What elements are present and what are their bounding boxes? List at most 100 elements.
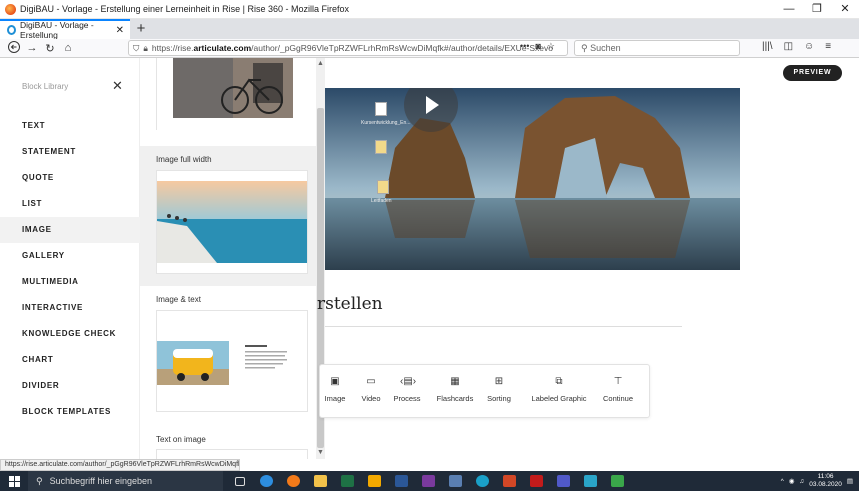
image-centered-card[interactable] (156, 58, 309, 130)
image-and-text-section[interactable]: Image & text (140, 286, 318, 436)
url-bar[interactable]: ⛉ 🔒︎ https://rise. articulate.com/author/… (128, 40, 568, 56)
word-icon[interactable] (391, 471, 412, 491)
block-image-label: Image (324, 394, 346, 403)
home-icon[interactable]: ⌂ (59, 42, 77, 54)
minimize-button[interactable]: — (775, 0, 803, 19)
library-item-knowledge-check[interactable]: KNOWLEDGE CHECK (0, 321, 140, 347)
library-item-divider[interactable]: DIVIDER (0, 373, 140, 399)
preview-button[interactable]: PREVIEW (783, 65, 842, 81)
library-item-image[interactable]: IMAGE (0, 217, 140, 243)
image-and-text-card[interactable] (156, 310, 308, 412)
block-video-button[interactable]: ▭ Video (354, 365, 388, 419)
outlook-icon[interactable] (364, 471, 385, 491)
quick-insert-blocks: ▣ Image ▭ Video ‹▤› Process ▦ Flashcards… (319, 364, 650, 418)
video-icon: ▭ (366, 376, 376, 387)
notifications-icon[interactable]: ▤ (847, 477, 853, 485)
rise-app: Block Library ✕ TEXT STATEMENT QUOTE LIS… (0, 58, 859, 459)
browser-tab[interactable]: DigiBAU - Vorlage - Erstellung ✕ (0, 19, 130, 40)
block-continue-button[interactable]: ⊤ Continue (598, 365, 638, 419)
excel-icon[interactable] (337, 471, 358, 491)
clock[interactable]: 11:06 03.08.2020 (809, 473, 842, 489)
acrobat-icon[interactable] (526, 471, 547, 491)
library-item-gallery[interactable]: GALLERY (0, 243, 140, 269)
windows-taskbar: ⚲ Suchbegriff hier eingeben ^ ◉ ♫ 11:06 … (0, 471, 859, 491)
task-view-icon[interactable] (229, 471, 250, 491)
window-titlebar: DigiBAU - Vorlage - Erstellung einer Ler… (0, 0, 859, 19)
edge-icon[interactable] (256, 471, 277, 491)
bookmark-star-icon[interactable]: ☆ (547, 41, 555, 52)
maximize-button[interactable]: ❐ (803, 0, 831, 19)
lock-icon: 🔒︎ (143, 42, 148, 53)
teams-icon[interactable] (553, 471, 574, 491)
lesson-content: PREVIEW Kursentwicklung_En... Leitfaden … (317, 58, 859, 459)
search-icon: ⚲ (36, 475, 43, 486)
shield-icon: ⛉ (133, 42, 140, 53)
search-input[interactable]: ⚲ Suchen (574, 40, 740, 56)
scroll-up-icon[interactable]: ▲ (316, 60, 325, 67)
forward-icon[interactable]: → (23, 42, 41, 54)
close-library-icon[interactable]: ✕ (112, 78, 123, 94)
block-process-button[interactable]: ‹▤› Process (390, 365, 424, 419)
flashcards-icon: ▦ (450, 376, 460, 387)
tab-close-icon[interactable]: ✕ (116, 25, 124, 36)
block-process-label: Process (393, 394, 421, 403)
app-icon-2[interactable] (472, 471, 493, 491)
firefox-taskbar-icon[interactable] (283, 471, 304, 491)
windows-icon (8, 475, 20, 487)
pocket-icon[interactable]: ◙ (535, 41, 540, 52)
lesson-heading[interactable]: rstellen (317, 294, 383, 314)
library-icon[interactable]: |||\ (762, 41, 773, 52)
reload-icon[interactable]: ↻ (41, 42, 59, 55)
firefox-icon (5, 3, 16, 15)
text-on-image-section[interactable]: Text on image (140, 426, 318, 459)
block-library-title: Block Library (22, 82, 69, 91)
text-on-image-card[interactable] (156, 449, 308, 459)
onenote-icon[interactable] (418, 471, 439, 491)
block-sorting-button[interactable]: ⊞ Sorting (482, 365, 516, 419)
block-flashcards-button[interactable]: ▦ Flashcards (433, 365, 477, 419)
close-window-button[interactable]: ✕ (831, 0, 859, 19)
image-full-width-section[interactable]: Image full width (140, 146, 318, 286)
back-icon[interactable] (5, 40, 23, 56)
search-icon: ⚲ (581, 43, 588, 53)
chevron-up-icon[interactable]: ^ (781, 478, 784, 485)
system-tray: ^ ◉ ♫ 11:06 03.08.2020 ▤ (781, 473, 859, 489)
app-icon-4[interactable] (607, 471, 628, 491)
sidebar-icon[interactable]: ◫ (784, 41, 793, 52)
start-button[interactable] (0, 471, 28, 491)
new-tab-button[interactable]: + (130, 19, 152, 39)
account-icon[interactable]: ☺ (804, 41, 814, 52)
block-image-button[interactable]: ▣ Image (320, 365, 350, 419)
library-item-quote[interactable]: QUOTE (0, 165, 140, 191)
volume-icon[interactable]: ♫ (799, 478, 804, 485)
scroll-down-icon[interactable]: ▼ (316, 449, 325, 456)
library-item-text[interactable]: TEXT (0, 113, 140, 139)
app-icon-3[interactable] (580, 471, 601, 491)
menu-icon[interactable]: ≡ (825, 41, 831, 52)
network-icon[interactable]: ◉ (789, 477, 795, 485)
word-doc-icon (375, 102, 387, 116)
image-full-width-card[interactable] (156, 170, 308, 274)
powerpoint-icon[interactable] (499, 471, 520, 491)
file-explorer-icon[interactable] (310, 471, 331, 491)
block-labeled-graphic-button[interactable]: ⧉ Labeled Graphic (528, 365, 590, 419)
nav-bar: → ↻ ⌂ ⛉ 🔒︎ https://rise. articulate.com/a… (0, 39, 859, 58)
window-title: DigiBAU - Vorlage - Erstellung einer Ler… (20, 4, 349, 14)
library-item-list[interactable]: LIST (0, 191, 140, 217)
library-item-multimedia[interactable]: MULTIMEDIA (0, 269, 140, 295)
clock-date: 03.08.2020 (809, 481, 842, 488)
library-item-interactive[interactable]: INTERACTIVE (0, 295, 140, 321)
image-and-text-label: Image & text (156, 295, 201, 304)
library-item-statement[interactable]: STATEMENT (0, 139, 140, 165)
library-item-block-templates[interactable]: BLOCK TEMPLATES (0, 399, 140, 425)
image-full-width-label: Image full width (156, 155, 212, 164)
taskbar-search-input[interactable]: ⚲ Suchbegriff hier eingeben (28, 471, 223, 491)
clock-time: 11:06 (817, 473, 834, 480)
desktop-label-3: Leitfaden (371, 198, 392, 204)
app-icon[interactable] (445, 471, 466, 491)
van-thumbnail (157, 341, 287, 385)
process-icon: ‹▤› (400, 376, 417, 387)
library-item-chart[interactable]: CHART (0, 347, 140, 373)
page-actions-icon[interactable]: ••• (520, 41, 529, 52)
desktop-label-1: Kursentwicklung_En... (361, 120, 411, 126)
